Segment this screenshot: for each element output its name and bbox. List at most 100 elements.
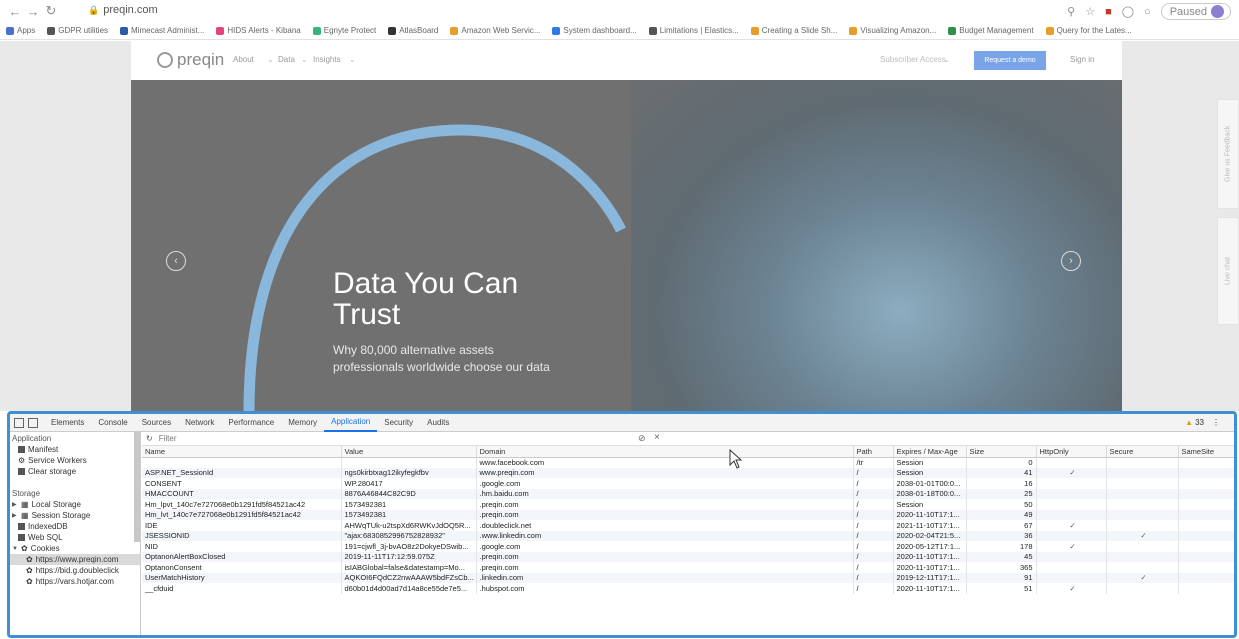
- tab-audits[interactable]: Audits: [420, 414, 456, 432]
- bookmark-item[interactable]: Amazon Web Servic...: [450, 26, 540, 35]
- bookmarks-bar: Apps GDPR utilities Mimecast Administ... HI…: [0, 22, 1239, 40]
- carousel-next-icon[interactable]: ›: [1061, 251, 1081, 271]
- table-row[interactable]: OptanonAlertBoxClosed 2019-11-11T17:12:59…: [142, 551, 1234, 562]
- sidebar-scrollbar[interactable]: [134, 432, 140, 542]
- table-row[interactable]: Hm_lvt_140c7e727068e0b1291fd5f84521ac42 1…: [142, 509, 1234, 520]
- sidebar-item-web-sql[interactable]: Web SQL: [10, 532, 140, 543]
- bookmark-favicon-icon: [6, 26, 14, 35]
- table-row[interactable]: www.facebook.com/tr Session 0: [142, 457, 1234, 468]
- feedback-tab[interactable]: Give us Feedback: [1217, 99, 1239, 209]
- reload-icon[interactable]: ↻: [42, 2, 60, 20]
- bookmark-item[interactable]: Apps: [6, 26, 35, 35]
- table-row[interactable]: CONSENT WP.280417 .google.com/2038-01-01T0…: [142, 478, 1234, 489]
- column-header[interactable]: Secure: [1106, 446, 1179, 458]
- column-header[interactable]: SameSite: [1178, 446, 1234, 458]
- sidebar-item-local-storage[interactable]: ▶ ▦ Local Storage: [10, 499, 140, 510]
- extension-icon[interactable]: ■: [1105, 6, 1112, 18]
- bookmark-label: AtlasBoard: [399, 26, 439, 35]
- sidebar-item-session-storage[interactable]: ▶ ▦ Session Storage: [10, 510, 140, 521]
- tab-sources[interactable]: Sources: [135, 414, 178, 432]
- forward-arrow-icon[interactable]: →: [24, 2, 42, 20]
- column-header[interactable]: Name: [142, 446, 342, 458]
- column-header[interactable]: Path: [853, 446, 894, 458]
- inspect-icon[interactable]: [14, 417, 24, 428]
- shield-icon[interactable]: ◯: [1122, 5, 1134, 18]
- tab-elements[interactable]: Elements: [44, 414, 91, 432]
- column-header[interactable]: HttpOnly: [1036, 446, 1107, 458]
- cell-expires: 2020-02-04T21:5...: [893, 530, 967, 541]
- request-demo-button[interactable]: Request a demo: [974, 51, 1046, 70]
- cell-httponly: [1036, 499, 1107, 510]
- profile-paused-button[interactable]: Paused: [1160, 3, 1231, 20]
- bookmark-item[interactable]: Visualizing Amazon...: [849, 26, 936, 35]
- sidebar-item-indexeddb[interactable]: IndexedDB: [10, 521, 140, 532]
- bookmark-item[interactable]: Query for the Lates...: [1045, 26, 1132, 35]
- bookmark-item[interactable]: Egnyte Protect: [312, 26, 377, 35]
- bookmark-item[interactable]: Creating a Slide Sh...: [750, 26, 837, 35]
- sidebar-item-manifest[interactable]: Manifest: [10, 444, 140, 455]
- table-row[interactable]: OptanonConsent isIABGlobal=false&datestam…: [142, 562, 1234, 573]
- table-row[interactable]: JSESSIONID "ajax:6830852996752828932" .www…: [142, 530, 1234, 541]
- more-menu-icon[interactable]: ⋮: [1212, 418, 1220, 427]
- expand-arrow-icon[interactable]: ▶: [12, 501, 18, 508]
- tab-application[interactable]: Application: [324, 414, 378, 432]
- warnings-badge[interactable]: ▲ 33 ⋮: [1185, 418, 1220, 427]
- live-chat-tab[interactable]: Live chat: [1217, 217, 1239, 325]
- sidebar-item-service-workers[interactable]: ⚙ Service Workers: [10, 455, 140, 466]
- carousel-prev-icon[interactable]: ‹: [166, 251, 186, 271]
- bookmark-item[interactable]: Limitations | Elastics...: [648, 26, 739, 35]
- sidebar-item-cookies[interactable]: ▼ ✿ Cookies: [10, 543, 140, 554]
- cookie-origin-item[interactable]: ✿ https://bid.g.doubleclick: [10, 565, 140, 576]
- tab-security[interactable]: Security: [377, 414, 420, 432]
- bookmark-item[interactable]: Budget Management: [948, 26, 1034, 35]
- delete-selected-icon[interactable]: ×: [654, 432, 660, 443]
- table-row[interactable]: ASP.NET_SessionId ngs0kirbtxag12ikyfegkfb…: [142, 467, 1234, 478]
- back-arrow-icon[interactable]: ←: [6, 2, 24, 20]
- column-header[interactable]: Expires / Max-Age: [893, 446, 967, 458]
- cookie-origin-item[interactable]: ✿ https://vars.hotjar.com: [10, 576, 140, 587]
- table-row[interactable]: HMACCOUNT 8876A46844C82C9D .hm.baidu.com/2…: [142, 488, 1234, 499]
- column-header[interactable]: Domain: [476, 446, 854, 458]
- cookie-origin-item[interactable]: ✿ https://www.preqin.com: [10, 554, 140, 565]
- nav-data[interactable]: Data: [278, 55, 295, 64]
- bookmark-label: Query for the Lates...: [1056, 26, 1132, 35]
- bookmark-label: Egnyte Protect: [323, 26, 377, 35]
- subscriber-access-link[interactable]: Subscriber Access: [880, 55, 946, 64]
- sidebar-item-clear-storage[interactable]: Clear storage: [10, 466, 140, 477]
- bookmark-item[interactable]: AtlasBoard: [388, 26, 438, 35]
- bookmark-item[interactable]: Mimecast Administ...: [120, 26, 204, 35]
- table-row[interactable]: UserMatchHistory AQKOI6FQdCZ2nwAAAW5bdFZs…: [142, 572, 1234, 583]
- table-row[interactable]: __cfduid d60b01d4d00ad7d14a8ce55de7e5....…: [142, 583, 1234, 594]
- cell-path: /: [853, 530, 894, 541]
- preqin-logo[interactable]: preqin: [157, 50, 224, 70]
- table-row[interactable]: IDE AHWqTUk-u2tspXd6RWKvJdOQ5R... .doublec…: [142, 520, 1234, 531]
- table-row[interactable]: Hm_lpvt_140c7e727068e0b1291fd5f84521ac42…: [142, 499, 1234, 510]
- clear-all-icon[interactable]: ⊘: [638, 433, 646, 444]
- bookmark-item[interactable]: HIDS Alerts - Kibana: [216, 26, 301, 35]
- nav-insights[interactable]: Insights: [313, 55, 341, 64]
- bookmark-item[interactable]: System dashboard...: [552, 26, 637, 35]
- nav-about[interactable]: About: [233, 55, 254, 64]
- tab-performance[interactable]: Performance: [221, 414, 281, 432]
- warning-icon: ▲: [1185, 418, 1194, 427]
- cell-domain: .google.com: [476, 478, 854, 489]
- filter-input[interactable]: [158, 434, 639, 443]
- refresh-icon[interactable]: ↻: [146, 434, 153, 443]
- extension-circle-icon[interactable]: ○: [1144, 6, 1151, 18]
- address-bar[interactable]: 🔒 preqin.com: [88, 4, 158, 16]
- warnings-count: 33: [1195, 418, 1204, 427]
- expand-arrow-icon[interactable]: ▶: [12, 512, 18, 519]
- tab-memory[interactable]: Memory: [281, 414, 324, 432]
- device-toggle-icon[interactable]: [28, 417, 38, 428]
- tab-console[interactable]: Console: [91, 414, 134, 432]
- zoom-icon[interactable]: ⚲: [1067, 5, 1075, 18]
- table-row[interactable]: NID 191=cjwfl_3j-bvAO8z2DokyeDSwib... .goo…: [142, 541, 1234, 552]
- star-icon[interactable]: ☆: [1085, 5, 1095, 18]
- column-header[interactable]: Size: [966, 446, 1037, 458]
- tab-network[interactable]: Network: [178, 414, 221, 432]
- sign-in-link[interactable]: Sign in: [1070, 55, 1094, 64]
- column-header[interactable]: Value: [341, 446, 477, 458]
- bookmark-item[interactable]: GDPR utilities: [47, 26, 108, 35]
- cookie-icon: ✿: [26, 566, 33, 575]
- collapse-arrow-icon[interactable]: ▼: [12, 546, 18, 552]
